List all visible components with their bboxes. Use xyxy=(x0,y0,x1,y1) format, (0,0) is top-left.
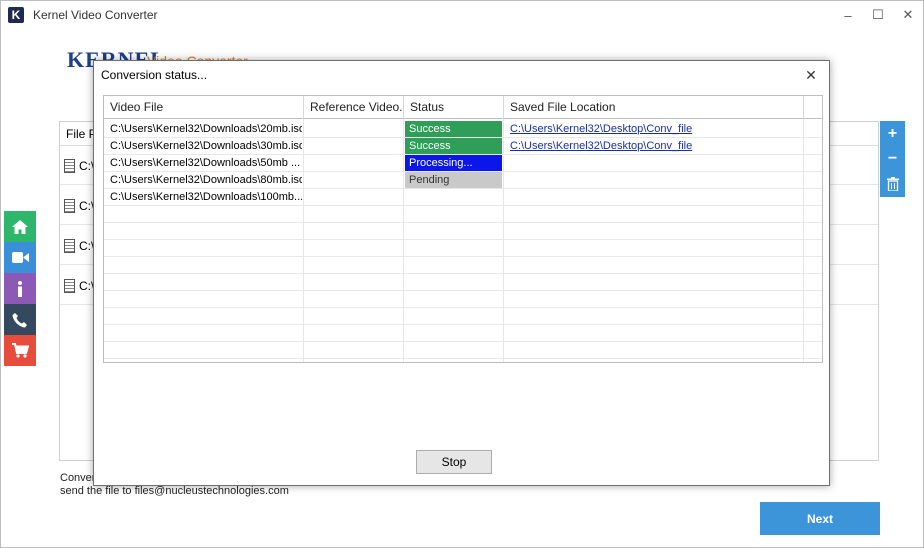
dialog-title: Conversion status... xyxy=(101,68,208,82)
table-row-file[interactable]: C:\Users\Kernel32\Downloads\30mb.iso xyxy=(110,138,302,154)
cart-icon[interactable] xyxy=(4,335,36,366)
stop-button[interactable]: Stop xyxy=(416,450,492,474)
column-header-reference-video[interactable]: Reference Video... xyxy=(304,96,404,119)
saved-location-link[interactable]: C:\Users\Kernel32\Desktop\Conv_file xyxy=(510,138,800,154)
window-controls: – ☐ ✕ xyxy=(833,1,923,29)
file-icon xyxy=(64,199,75,213)
add-icon[interactable]: + xyxy=(888,121,897,146)
list-item[interactable]: C:\ xyxy=(64,156,94,176)
status-badge: Pending xyxy=(405,172,502,188)
status-badge: Processing... xyxy=(405,155,502,171)
list-item[interactable]: C:\ xyxy=(64,276,94,296)
table-row-file[interactable]: C:\Users\Kernel32\Downloads\80mb.iso xyxy=(110,172,302,188)
list-tools: + − xyxy=(880,121,905,197)
close-icon[interactable]: ✕ xyxy=(803,65,819,85)
home-icon[interactable] xyxy=(4,211,36,242)
list-item[interactable]: C:\ xyxy=(64,236,94,256)
side-toolbar xyxy=(4,211,36,366)
table-row-file[interactable]: C:\Users\Kernel32\Downloads\50mb ... xyxy=(110,155,302,171)
close-window-icon[interactable]: ✕ xyxy=(893,1,923,29)
next-button[interactable]: Next xyxy=(760,502,880,535)
saved-location-link[interactable]: C:\Users\Kernel32\Desktop\Conv_file xyxy=(510,121,800,137)
status-badge: Success xyxy=(405,121,502,137)
title-bar: K Kernel Video Converter – ☐ ✕ xyxy=(1,1,923,29)
table-row-file[interactable]: C:\Users\Kernel32\Downloads\100mb.... xyxy=(110,189,302,205)
conversion-status-dialog: Conversion status... ✕ Video File Refere… xyxy=(93,60,830,486)
file-icon xyxy=(64,239,75,253)
minimize-icon[interactable]: – xyxy=(833,1,863,29)
remove-icon[interactable]: − xyxy=(888,146,897,171)
column-header-saved-location[interactable]: Saved File Location xyxy=(504,96,804,119)
phone-icon[interactable] xyxy=(4,304,36,335)
window-title: Kernel Video Converter xyxy=(33,8,158,22)
trash-icon[interactable] xyxy=(886,171,899,196)
column-header-video-file[interactable]: Video File xyxy=(104,96,304,119)
maximize-icon[interactable]: ☐ xyxy=(863,1,893,29)
conversion-table: Video File Reference Video... Status Sav… xyxy=(103,95,823,363)
table-row-file[interactable]: C:\Users\Kernel32\Downloads\20mb.iso xyxy=(110,121,302,137)
column-header-status[interactable]: Status xyxy=(404,96,504,119)
table-header: Video File Reference Video... Status Sav… xyxy=(104,96,822,119)
info-icon[interactable] xyxy=(4,273,36,304)
file-icon xyxy=(64,159,75,173)
app-logo-icon: K xyxy=(8,7,24,23)
video-icon[interactable] xyxy=(4,242,36,273)
list-item[interactable]: C:\ xyxy=(64,196,94,216)
file-icon xyxy=(64,279,75,293)
status-badge: Success xyxy=(405,138,502,154)
